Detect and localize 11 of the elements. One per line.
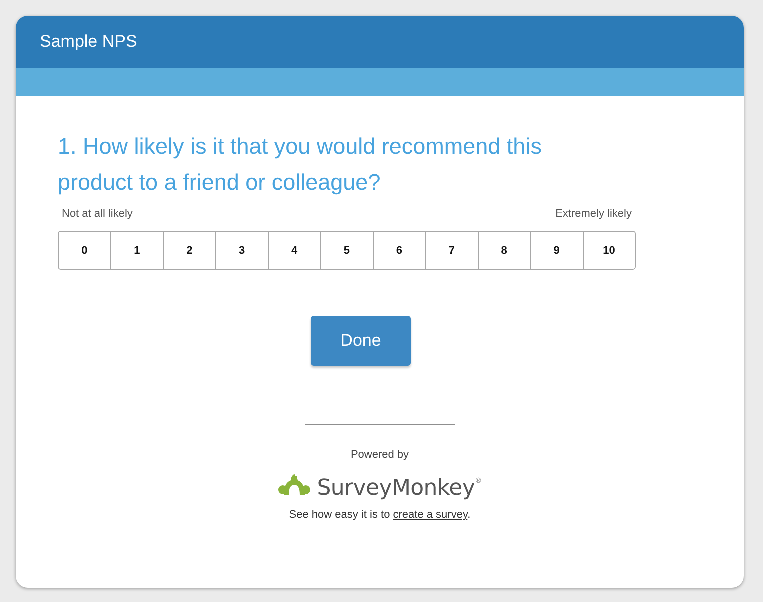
brand-wordmark: SurveyMonkey$^{®}$ xyxy=(317,475,482,503)
powered-by-text: Powered by xyxy=(350,448,410,462)
rating-option[interactable]: 0 xyxy=(59,232,112,269)
brand-logo-icon xyxy=(278,474,312,496)
high-label: Extremely likely xyxy=(556,207,632,222)
done-button[interactable]: Done xyxy=(311,316,411,366)
create-survey-note: See how easy it is to create a survey. xyxy=(289,508,471,523)
low-label: Not at all likely xyxy=(62,207,133,222)
create-survey-link[interactable]: create a survey xyxy=(393,509,468,521)
question-text: 1. How likely is it that you would recommend this product to a friend or colleague? xyxy=(58,133,543,197)
survey-title: Sample NPS xyxy=(40,32,138,52)
